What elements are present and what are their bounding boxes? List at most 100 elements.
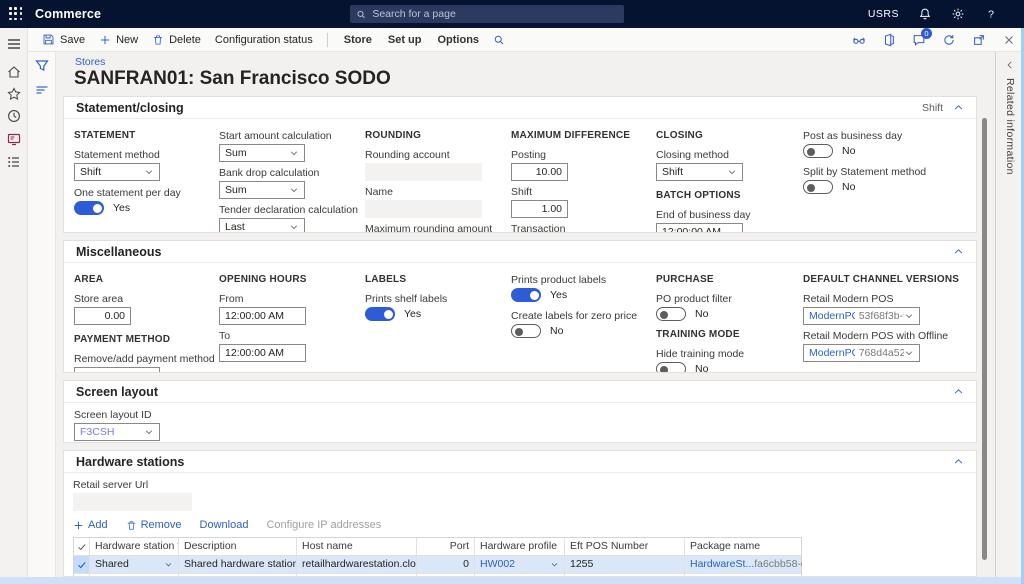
remove-row-button[interactable]: Remove xyxy=(126,519,182,531)
host-name-cell[interactable] xyxy=(297,574,417,576)
download-button[interactable]: Download xyxy=(200,519,249,531)
port-cell[interactable]: 0 xyxy=(417,574,475,576)
field-label: Retail Modern POS xyxy=(803,293,959,305)
one-statement-per-day-toggle[interactable] xyxy=(74,201,104,215)
shift-input[interactable]: 1.00 xyxy=(511,200,568,218)
closing-method-dropdown[interactable]: Shift xyxy=(656,163,743,181)
eft-pos-number-cell[interactable]: 1256 xyxy=(565,574,685,576)
filter-funnel-icon[interactable] xyxy=(34,58,50,74)
modules-list-icon[interactable] xyxy=(6,154,22,170)
add-row-button[interactable]: Add xyxy=(73,519,108,531)
configuration-status-button[interactable]: Configuration status xyxy=(215,34,313,46)
tab-store[interactable]: Store xyxy=(344,34,372,46)
global-search-input[interactable] xyxy=(372,8,618,20)
section-title[interactable]: Miscellaneous xyxy=(76,245,161,259)
hide-training-mode-toggle[interactable] xyxy=(656,362,686,372)
save-button[interactable]: Save xyxy=(42,33,85,46)
breadcrumb[interactable]: Stores xyxy=(75,56,105,68)
bank-drop-calculation-dropdown[interactable]: Sum xyxy=(219,181,305,199)
office-apps-icon[interactable] xyxy=(882,33,896,47)
tab-options[interactable]: Options xyxy=(437,34,479,46)
collapse-chevron-up-icon[interactable] xyxy=(953,102,964,113)
command-search-icon[interactable] xyxy=(493,34,505,46)
table-row[interactable]: Dedicated Local hardware 0 Virtual 1256 … xyxy=(74,574,801,576)
statement-method-dropdown[interactable]: Shift xyxy=(74,163,160,181)
settings-gear-icon[interactable] xyxy=(951,7,965,21)
home-icon[interactable] xyxy=(6,64,22,80)
favorites-star-icon[interactable] xyxy=(6,86,22,102)
related-information-label[interactable]: Related information xyxy=(1004,78,1016,175)
posting-input[interactable]: 10.00 xyxy=(511,163,568,181)
row-selected-check-icon[interactable] xyxy=(74,556,90,573)
notifications-bell-icon[interactable] xyxy=(918,7,932,21)
start-amount-calculation-dropdown[interactable]: Sum xyxy=(219,144,305,162)
group-heading: LABELS xyxy=(365,274,447,285)
retail-modern-pos-dropdown[interactable]: ModernPO... 53f68f3b-9... xyxy=(803,307,920,325)
hardware-profile-cell[interactable]: Virtual xyxy=(475,574,565,576)
section-title[interactable]: Statement/closing xyxy=(76,101,184,115)
accessibility-glasses-icon[interactable] xyxy=(852,33,866,47)
host-name-cell[interactable]: retailhardwarestation.cloud.one... xyxy=(297,556,417,573)
tab-set-up[interactable]: Set up xyxy=(388,34,422,46)
opening-hours-from-input[interactable]: 12:00:00 AM xyxy=(219,307,306,325)
section-title[interactable]: Screen layout xyxy=(76,385,158,399)
table-row[interactable]: Shared Shared hardware station retailhar… xyxy=(74,556,801,574)
column-header[interactable]: Port xyxy=(417,538,475,555)
package-name-cell[interactable]: HardwareStati... fa6cbb58-d81... xyxy=(685,574,802,576)
chevron-down-icon xyxy=(904,311,914,321)
refresh-icon[interactable] xyxy=(942,33,956,47)
column-header[interactable]: Description xyxy=(179,538,297,555)
close-icon[interactable] xyxy=(1002,33,1016,47)
split-by-statement-method-toggle[interactable] xyxy=(803,180,833,194)
collapse-chevron-up-icon[interactable] xyxy=(953,386,964,397)
hardware-station-type-cell[interactable]: Dedicated xyxy=(90,574,179,576)
field-label: Shift xyxy=(511,186,630,198)
view-options-icon[interactable] xyxy=(34,82,50,98)
column-header[interactable]: Host name xyxy=(297,538,417,555)
global-search-box[interactable] xyxy=(350,5,624,23)
field-label: Hide training mode xyxy=(656,348,744,360)
eft-pos-number-cell[interactable]: 1255 xyxy=(565,556,685,573)
vertical-scrollbar[interactable] xyxy=(982,118,987,560)
new-button[interactable]: New xyxy=(99,34,138,46)
description-cell[interactable]: Shared hardware station xyxy=(179,556,297,573)
help-icon[interactable]: ? xyxy=(984,7,998,21)
opening-hours-to-input[interactable]: 12:00:00 AM xyxy=(219,344,306,362)
end-of-business-day-input[interactable]: 12:00:00 AM xyxy=(656,223,743,232)
chat-messages-icon[interactable]: 0 xyxy=(912,33,926,47)
tender-declaration-calculation-dropdown[interactable]: Last xyxy=(219,218,305,232)
hardware-station-type-cell[interactable]: Shared xyxy=(90,556,179,573)
remove-add-payment-method-dropdown[interactable] xyxy=(74,367,160,372)
delete-button[interactable]: Delete xyxy=(152,34,201,46)
section-title[interactable]: Hardware stations xyxy=(76,455,184,469)
column-header[interactable]: Hardware profile xyxy=(475,538,565,555)
open-in-new-window-icon[interactable] xyxy=(972,33,986,47)
retail-workspace-icon[interactable] xyxy=(6,131,22,147)
collapse-chevron-up-icon[interactable] xyxy=(953,246,964,257)
column-header[interactable]: Package name xyxy=(685,538,802,555)
po-product-filter-toggle[interactable] xyxy=(656,307,686,321)
app-launcher-waffle-icon[interactable] xyxy=(9,7,23,21)
environment-label[interactable]: USRS xyxy=(868,8,899,20)
collapse-chevron-up-icon[interactable] xyxy=(953,456,964,467)
description-cell[interactable]: Local hardware xyxy=(179,574,297,576)
prints-shelf-labels-toggle[interactable] xyxy=(365,307,395,321)
plus-icon xyxy=(73,520,84,531)
hardware-profile-cell[interactable]: HW002 xyxy=(475,556,565,573)
hamburger-menu-icon[interactable] xyxy=(6,36,22,52)
package-name-cell[interactable]: HardwareSt... fa6cbb58-d... xyxy=(685,556,802,573)
retail-modern-pos-offline-dropdown[interactable]: ModernPO... 768d4a52-... xyxy=(803,344,920,362)
column-header[interactable]: Eft POS Number xyxy=(565,538,685,555)
select-all-check-icon[interactable] xyxy=(74,538,90,555)
screen-layout-id-dropdown[interactable]: F3CSH xyxy=(74,423,160,441)
port-cell[interactable]: 0 xyxy=(417,556,475,573)
field-label: Bank drop calculation xyxy=(219,167,358,179)
row-select-cell[interactable] xyxy=(74,574,90,576)
prints-product-labels-toggle[interactable] xyxy=(511,288,541,302)
post-as-business-day-toggle[interactable] xyxy=(803,144,833,158)
recent-clock-icon[interactable] xyxy=(6,108,22,124)
create-labels-zero-price-toggle[interactable] xyxy=(511,324,541,338)
column-header[interactable]: Hardware station type xyxy=(90,538,179,555)
store-area-input[interactable]: 0.00 xyxy=(74,307,131,325)
expand-panel-chevron-icon[interactable] xyxy=(1005,60,1015,70)
